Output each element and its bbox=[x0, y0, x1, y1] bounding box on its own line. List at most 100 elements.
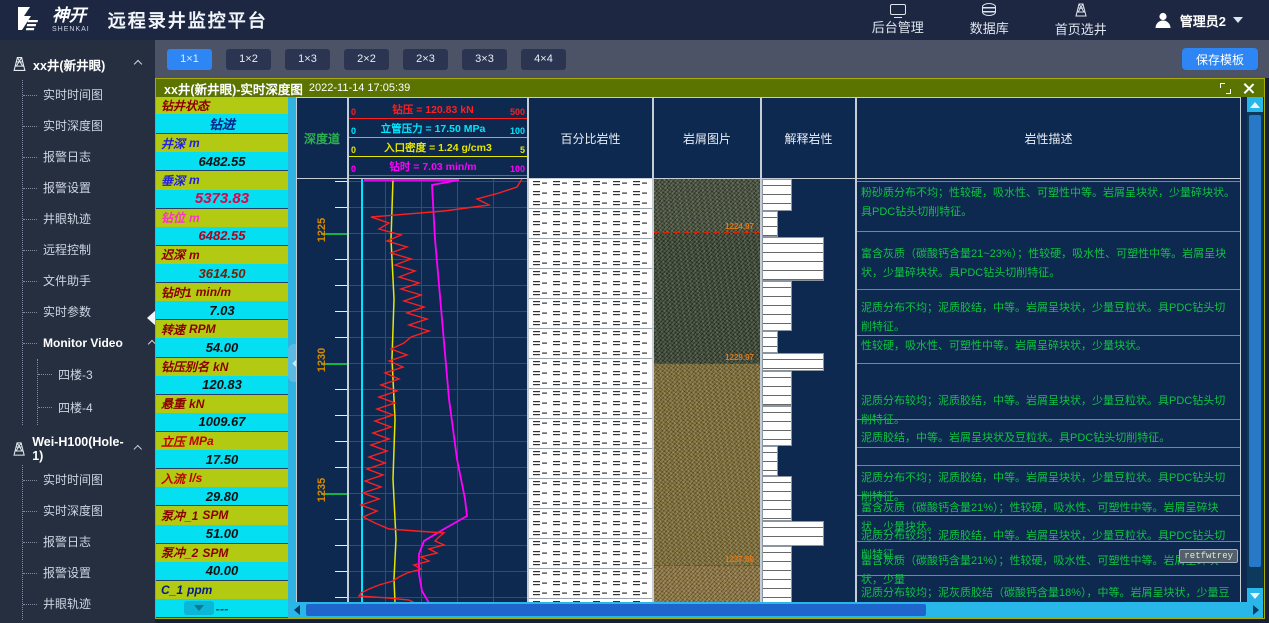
column-header-cuttings-photo: 岩屑图片 bbox=[653, 97, 761, 179]
param-name: 钻时1 bbox=[161, 284, 192, 301]
parameter-panel: 钻井状态钻进井深m6482.55垂深m5373.83钻位m6482.55迟深m3… bbox=[156, 97, 288, 618]
widget-title: xx井(新井眼)-实时深度图 bbox=[164, 79, 303, 98]
chevron-up-icon bbox=[134, 60, 142, 68]
interpreted-segment bbox=[762, 237, 824, 281]
depth-minor-tick bbox=[335, 389, 347, 390]
param-name: 钻压别名 bbox=[161, 358, 209, 375]
nav-backend-admin[interactable]: 后台管理 bbox=[872, 4, 924, 36]
nav-home-well-select[interactable]: 首页选井 bbox=[1055, 3, 1107, 38]
interpreted-segment bbox=[762, 211, 778, 237]
parameter-cell: 钻位m6482.55 bbox=[156, 209, 288, 246]
well-group: Wei-H100(Hole-1)实时时间图实时深度图报警日志报警设置井眼轨迹 bbox=[0, 425, 155, 620]
param-value-text: 7.03 bbox=[209, 303, 234, 318]
layout-button-1x2[interactable]: 1×2 bbox=[226, 49, 271, 70]
parameter-label: 钻位m bbox=[156, 209, 288, 227]
fullscreen-icon[interactable] bbox=[1220, 83, 1231, 94]
nav-database[interactable]: 数据库 bbox=[970, 3, 1009, 37]
depth-minor-tick bbox=[335, 311, 347, 312]
save-template-button[interactable]: 保存模板 bbox=[1182, 48, 1258, 70]
user-menu[interactable]: 管理员2 bbox=[1153, 10, 1243, 30]
interpreted-segment bbox=[762, 521, 824, 546]
curve-track bbox=[348, 179, 528, 603]
parameter-value: 29.80 bbox=[156, 487, 288, 505]
horizontal-scrollbar[interactable] bbox=[289, 602, 1263, 618]
depth-minor-tick bbox=[335, 259, 347, 260]
param-name: 悬重 bbox=[161, 395, 185, 412]
depth-label: 1225 bbox=[316, 213, 328, 247]
close-icon[interactable] bbox=[1243, 83, 1254, 94]
parameter-cell: 立压MPa17.50 bbox=[156, 432, 288, 469]
column-header-lithology-description: 岩性描述 bbox=[856, 97, 1241, 179]
brand-logo: 神开 SHENKAI bbox=[0, 6, 90, 34]
app-header: 神开 SHENKAI 远程录井监控平台 后台管理 数据库 首页选井 bbox=[0, 0, 1269, 40]
arrow-down-icon bbox=[1250, 593, 1260, 599]
parameter-label: 钻井状态 bbox=[156, 97, 288, 114]
sidebar-item-实时时间图[interactable]: 实时时间图 bbox=[23, 80, 155, 111]
layout-button-2x2[interactable]: 2×2 bbox=[344, 49, 389, 70]
derrick-icon bbox=[12, 441, 26, 457]
scroll-down-button[interactable] bbox=[1247, 588, 1263, 603]
param-value-text: 54.00 bbox=[206, 340, 239, 355]
well-group: xx井(新井眼)实时时间图实时深度图报警日志报警设置井眼轨迹远程控制文件助手实时… bbox=[0, 40, 155, 425]
parameter-value: 1009.67 bbox=[156, 413, 288, 431]
scroll-up-button[interactable] bbox=[1247, 97, 1263, 112]
photo-depth-label: 1224.97 bbox=[725, 222, 754, 231]
horizontal-scroll-thumb[interactable] bbox=[306, 604, 926, 616]
parameter-value: 6482.55 bbox=[156, 227, 288, 245]
param-value-text: 1009.67 bbox=[199, 414, 246, 429]
sidebar-well-0[interactable]: xx井(新井眼) bbox=[0, 48, 155, 80]
parameter-label: 钻时1min/m bbox=[156, 283, 288, 301]
param-name: 迟深 bbox=[161, 246, 185, 263]
sidebar-item-远程控制[interactable]: 远程控制 bbox=[23, 235, 155, 266]
layout-button-1x1[interactable]: 1×1 bbox=[167, 49, 212, 70]
description-separator bbox=[857, 231, 1240, 232]
sidebar-item-报警日志[interactable]: 报警日志 bbox=[23, 142, 155, 173]
parameter-value: 51.00 bbox=[156, 525, 288, 543]
photo-depth-label: 1237.50 bbox=[725, 555, 754, 564]
vertical-scrollbar[interactable] bbox=[1247, 97, 1263, 603]
depth-minor-tick bbox=[335, 285, 347, 286]
scroll-left-button[interactable] bbox=[289, 602, 304, 618]
parameter-value: 40.00 bbox=[156, 562, 288, 580]
sidebar-item-报警设置[interactable]: 报警设置 bbox=[23, 558, 155, 589]
vertical-scroll-thumb[interactable] bbox=[1249, 115, 1261, 567]
well-name: Wei-H100(Hole-1) bbox=[32, 435, 129, 463]
realtime-depth-chart-widget: xx井(新井眼)-实时深度图 2022-11-14 17:05:39 钻井状态钻… bbox=[155, 78, 1265, 619]
parameter-label: 井深m bbox=[156, 134, 288, 152]
scroll-right-button[interactable] bbox=[1248, 602, 1263, 618]
c1-dropdown-button[interactable] bbox=[184, 601, 214, 615]
lithology-description-text: 泥质胶结，中等。岩屑呈块状及豆粒状。具PDC钻头切削特征。 bbox=[861, 429, 1236, 448]
depth-minor-tick bbox=[335, 467, 347, 468]
param-name: 垂深 bbox=[161, 172, 185, 189]
layout-button-2x3[interactable]: 2×3 bbox=[403, 49, 448, 70]
param-unit: SPM bbox=[202, 508, 228, 522]
layout-button-4x4[interactable]: 4×4 bbox=[521, 49, 566, 70]
layout-button-3x3[interactable]: 3×3 bbox=[462, 49, 507, 70]
sidebar-item-实时参数[interactable]: 实时参数 bbox=[23, 297, 155, 328]
sidebar-item-实时深度图[interactable]: 实时深度图 bbox=[23, 111, 155, 142]
user-avatar-icon bbox=[1153, 10, 1173, 30]
param-unit: RPM bbox=[189, 322, 216, 336]
parameter-cell: 钻时1min/m 7.03 bbox=[156, 283, 288, 320]
param-unit: m bbox=[189, 248, 200, 262]
interpreted-segment bbox=[762, 179, 792, 211]
sidebar-item-文件助手[interactable]: 文件助手 bbox=[23, 266, 155, 297]
description-separator bbox=[857, 363, 1240, 364]
sidebar-item-报警日志[interactable]: 报警日志 bbox=[23, 527, 155, 558]
parameter-cell: 钻井状态钻进 bbox=[156, 97, 288, 134]
sidebar-item-井眼轨迹[interactable]: 井眼轨迹 bbox=[23, 589, 155, 620]
sidebar-item-井眼轨迹[interactable]: 井眼轨迹 bbox=[23, 204, 155, 235]
layout-button-1x3[interactable]: 1×3 bbox=[285, 49, 330, 70]
interpreted-segment bbox=[762, 331, 778, 353]
sidebar-item-实时时间图[interactable]: 实时时间图 bbox=[23, 465, 155, 496]
parameter-cell: 泵冲_2SPM40.00 bbox=[156, 544, 288, 581]
sidebar-item-四楼-4[interactable]: 四楼-4 bbox=[38, 392, 155, 425]
sidebar-item-报警设置[interactable]: 报警设置 bbox=[23, 173, 155, 204]
tooltip: retfwtrey bbox=[1179, 549, 1238, 563]
depth-minor-tick bbox=[335, 441, 347, 442]
param-unit: m bbox=[189, 136, 200, 150]
sidebar-item-monitor-video[interactable]: Monitor Video bbox=[23, 328, 155, 359]
sidebar-item-四楼-3[interactable]: 四楼-3 bbox=[38, 359, 155, 392]
sidebar-well-1[interactable]: Wei-H100(Hole-1) bbox=[0, 433, 155, 465]
sidebar-item-实时深度图[interactable]: 实时深度图 bbox=[23, 496, 155, 527]
